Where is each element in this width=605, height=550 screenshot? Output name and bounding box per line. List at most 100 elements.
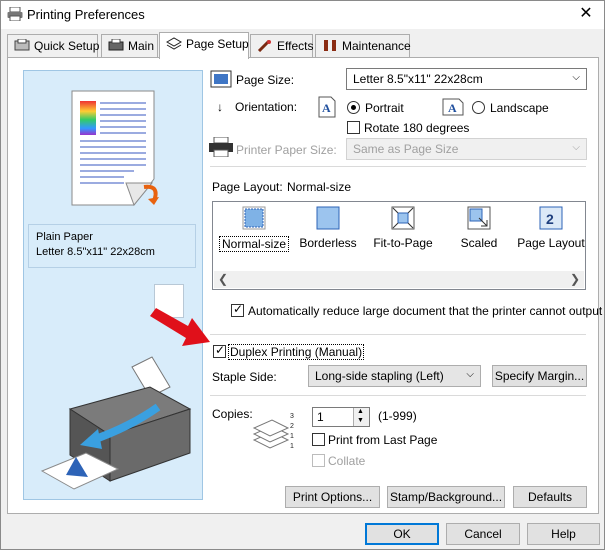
page-layout-list: Normal-size Borderless Fit-to-Page Scale… (212, 201, 586, 290)
page-layout-label: Page Layout: (212, 180, 283, 194)
layout-item-label: Fit-to-Page (373, 236, 433, 250)
copies-stepper[interactable]: 1 ▲ ▼ (312, 407, 370, 427)
page-preview-icon (71, 90, 159, 206)
landscape-radio[interactable] (472, 101, 485, 114)
page-size-label: Page Size: (236, 73, 295, 87)
stamp-background-button[interactable]: Stamp/Background... (387, 486, 505, 508)
staple-side-value: Long-side stapling (Left) (315, 369, 444, 383)
landscape-label: Landscape (490, 101, 549, 115)
staple-side-label: Staple Side: (212, 370, 277, 384)
page-layout-current: Normal-size (287, 180, 352, 194)
divider (210, 395, 586, 396)
chevron-left-icon[interactable]: ❮ (218, 272, 228, 286)
portrait-radio[interactable] (347, 101, 360, 114)
paper-info-box: Plain Paper Letter 8.5"x11" 22x28cm (28, 224, 196, 268)
printer-paper-size-value: Same as Page Size (353, 142, 459, 156)
layout-horizontal-scrollbar[interactable]: ❮ ❯ (214, 271, 584, 288)
printer-paper-icon (209, 137, 233, 157)
window-title: Printing Preferences (27, 7, 145, 22)
layout-item-label: Scaled (460, 236, 498, 250)
svg-text:2: 2 (290, 423, 294, 430)
specify-margin-button[interactable]: Specify Margin... (492, 365, 587, 387)
stepper-up-icon[interactable]: ▲ (357, 408, 364, 415)
layout-scaled[interactable]: Scaled (441, 206, 517, 256)
svg-text:A: A (448, 101, 457, 115)
stepper-buttons[interactable]: ▲ ▼ (353, 408, 369, 426)
layout-item-label: Normal-size (218, 236, 289, 252)
layout-normal-size[interactable]: Normal-size (216, 206, 292, 256)
layout-fit-to-page[interactable]: Fit-to-Page (365, 206, 441, 256)
down-arrow-icon: ↓ (217, 100, 223, 114)
auto-reduce-checkbox[interactable]: ✓ (231, 302, 244, 317)
paper-size-text: Letter 8.5"x11" 22x28cm (36, 246, 155, 258)
chevron-down-icon: ⌵ (466, 369, 474, 380)
close-icon[interactable]: ✕ (574, 3, 598, 25)
rotate-180-checkbox[interactable] (347, 121, 360, 134)
stepper-down-icon[interactable]: ▼ (357, 417, 364, 424)
svg-text:A: A (322, 101, 331, 115)
printing-preferences-window: Printing Preferences ✕ Quick Setup Main … (0, 0, 605, 550)
tab-effects[interactable]: Effects (250, 34, 313, 58)
chevron-right-icon[interactable]: ❯ (570, 272, 580, 286)
layout-borderless[interactable]: Borderless (290, 206, 366, 256)
collate-label: Collate (328, 454, 366, 468)
red-pointer-arrow-icon (150, 308, 210, 346)
tab-page-setup[interactable]: Page Setup (159, 32, 249, 59)
page-setup-panel: Plain Paper Letter 8.5"x11" 22x28cm Page… (7, 57, 603, 514)
chevron-down-icon: ⌵ (572, 142, 580, 153)
svg-text:2: 2 (546, 211, 554, 227)
print-options-button[interactable]: Print Options... (285, 486, 380, 508)
defaults-button[interactable]: Defaults (513, 486, 587, 508)
rotate-180-label: Rotate 180 degrees (364, 121, 470, 135)
page-size-select[interactable]: Letter 8.5"x11" 22x28cm ⌵ (346, 68, 587, 90)
layout-item-label: Borderless (299, 236, 357, 250)
effects-icon (257, 39, 271, 52)
copies-range: (1-999) (378, 409, 417, 423)
auto-reduce-label: Automatically reduce large document that… (248, 304, 603, 318)
tab-label: Effects (277, 39, 314, 53)
borderless-icon (316, 206, 340, 230)
tab-maintenance[interactable]: Maintenance (315, 34, 411, 58)
checkmark-icon: ✓ (233, 302, 244, 316)
portrait-orientation-icon: A (318, 96, 336, 118)
fit-to-page-icon (391, 206, 415, 230)
page-size-value: Letter 8.5"x11" 22x28cm (353, 72, 483, 86)
page-layout-icon: 2 (539, 206, 563, 230)
orientation-label: Orientation: (235, 100, 298, 114)
printer-paper-size-select[interactable]: Same as Page Size ⌵ (346, 138, 587, 160)
preview-area: Plain Paper Letter 8.5"x11" 22x28cm (23, 70, 203, 500)
tab-main[interactable]: Main (101, 34, 158, 58)
portrait-label: Portrait (365, 101, 404, 115)
cancel-button[interactable]: Cancel (446, 523, 520, 545)
divider (210, 166, 586, 167)
scaled-icon (467, 206, 491, 230)
copies-value: 1 (317, 410, 324, 424)
print-from-last-page-checkbox[interactable] (312, 433, 325, 446)
staple-side-select[interactable]: Long-side stapling (Left) ⌵ (308, 365, 481, 387)
tab-quick-setup[interactable]: Quick Setup (7, 34, 99, 58)
duplex-printing-label: Duplex Printing (Manual) (228, 344, 365, 360)
svg-text:1: 1 (290, 433, 294, 440)
ok-button[interactable]: OK (365, 523, 439, 545)
svg-text:1: 1 (290, 443, 294, 450)
maintenance-icon (324, 40, 336, 51)
page-size-icon (210, 70, 232, 88)
copies-label: Copies: (212, 407, 253, 421)
layout-item-label: Page Layout (517, 236, 585, 250)
help-button[interactable]: Help (527, 523, 600, 545)
divider (210, 334, 586, 335)
normal-size-icon (242, 206, 266, 230)
tab-label: Maintenance (342, 39, 411, 53)
radio-dot (351, 105, 356, 110)
page-setup-icon (166, 37, 182, 50)
svg-text:3: 3 (290, 413, 294, 420)
tab-label: Main (128, 39, 155, 53)
tab-label: Page Setup (186, 37, 249, 51)
printer-app-icon (7, 7, 23, 21)
collate-checkbox[interactable] (312, 454, 325, 467)
chevron-down-icon: ⌵ (572, 72, 580, 83)
printer-paper-size-label: Printer Paper Size: (236, 143, 337, 157)
layout-page-layout[interactable]: 2 Page Layout (513, 206, 589, 256)
media-type-text: Plain Paper (36, 231, 93, 243)
duplex-printing-checkbox[interactable]: ✓ (213, 343, 226, 358)
